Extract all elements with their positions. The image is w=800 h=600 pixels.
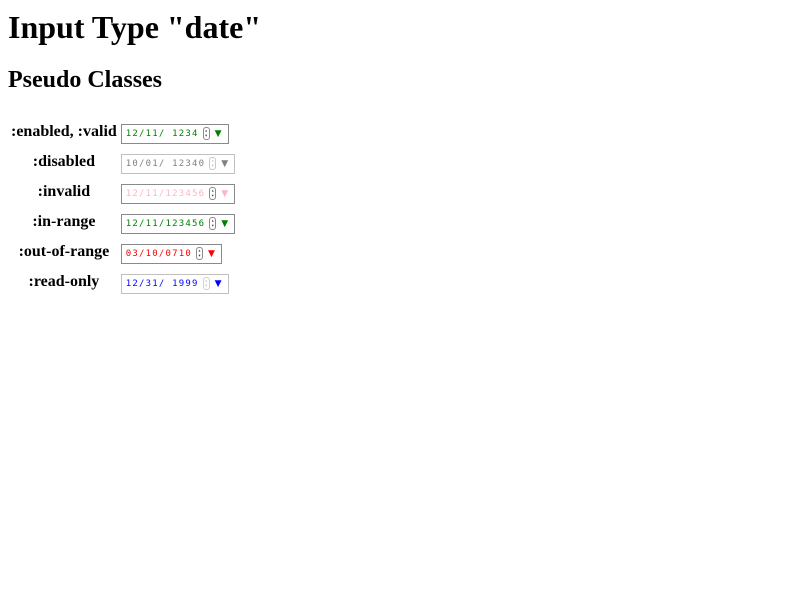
date-input-invalid[interactable]: 12/11/123456 ▴ ▾ ▼ [120, 183, 236, 204]
table-row: :enabled, :valid 12/11/ 1234 ▴ ▾ ▼ [10, 118, 236, 146]
row-label: :invalid [37, 183, 91, 200]
triangle-down-icon[interactable]: ▼ [221, 219, 230, 229]
row-label: :enabled, :valid [11, 123, 117, 140]
date-value: 12/11/123456 [125, 188, 206, 199]
table-row: :in-range 12/11/123456 ▴ ▾ ▼ [10, 208, 236, 236]
row-label: :disabled [32, 153, 96, 170]
triangle-down-icon: ▼ [221, 158, 229, 169]
row-label: :out-of-range [18, 243, 110, 260]
spin-up-down-icon: ▴ ▾ [209, 157, 217, 170]
date-input-enabled-valid[interactable]: 12/11/ 1234 ▴ ▾ ▼ [120, 123, 229, 144]
date-value: 12/31/ 1999 [125, 278, 199, 289]
spin-up-down-icon: ▴ ▾ [202, 277, 210, 290]
table-row: :read-only 12/31/ 1999 ▴ ▾ ▼ [10, 268, 236, 296]
date-value: 03/10/0710 [125, 248, 192, 259]
table-row: :out-of-range 03/10/0710 ▴ ▾ ▼ [10, 238, 236, 266]
triangle-down-icon[interactable]: ▼ [208, 249, 217, 259]
spin-up-down-icon[interactable]: ▴ ▾ [195, 247, 203, 260]
section-subtitle: Pseudo Classes [8, 67, 163, 93]
row-label: :in-range [32, 213, 96, 230]
date-input-disabled: 10/01/ 12340 ▴ ▾ ▼ [120, 153, 236, 174]
date-value: 12/11/ 1234 [125, 128, 199, 139]
date-input-in-range[interactable]: 12/11/123456 ▴ ▾ ▼ [120, 213, 236, 234]
date-input-read-only[interactable]: 12/31/ 1999 ▴ ▾ ▼ [120, 273, 229, 294]
triangle-down-icon[interactable]: ▼ [215, 129, 224, 139]
pseudo-class-table: :enabled, :valid 12/11/ 1234 ▴ ▾ ▼ :disab… [8, 116, 238, 298]
date-value: 12/11/123456 [125, 218, 206, 229]
spin-up-down-icon[interactable]: ▴ ▾ [209, 187, 217, 200]
triangle-down-icon[interactable]: ▼ [215, 279, 224, 289]
date-value: 10/01/ 12340 [125, 158, 206, 169]
date-input-out-of-range[interactable]: 03/10/0710 ▴ ▾ ▼ [120, 243, 222, 264]
page-title: Input Type "date" [8, 9, 262, 45]
table-row: :invalid 12/11/123456 ▴ ▾ ▼ [10, 178, 236, 206]
spin-up-down-icon[interactable]: ▴ ▾ [209, 217, 217, 230]
table-row: :disabled 10/01/ 12340 ▴ ▾ ▼ [10, 148, 236, 176]
spin-up-down-icon[interactable]: ▴ ▾ [202, 127, 210, 140]
triangle-down-icon[interactable]: ▼ [221, 189, 230, 199]
row-label: :read-only [28, 273, 100, 290]
